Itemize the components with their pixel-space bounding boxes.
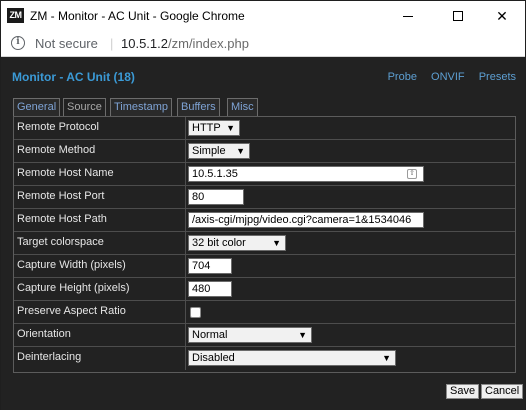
orientation-value: Normal [192, 329, 228, 341]
tab-timestamp[interactable]: Timestamp [110, 98, 172, 116]
remote-host-name-input[interactable]: 10.5.1.35 ⇧ [188, 166, 424, 182]
url-path: /zm/index.php [168, 36, 249, 51]
orientation-select[interactable]: Normal ▼ [188, 327, 312, 343]
target-colorspace-value: 32 bit color [192, 237, 246, 249]
capture-width-label: Capture Width (pixels) [17, 259, 126, 271]
remote-protocol-select[interactable]: HTTP ▼ [188, 120, 240, 136]
row-remote-method: Remote Method Simple ▼ [14, 140, 515, 163]
tab-misc[interactable]: Misc [227, 98, 258, 116]
url-host: 10.5.1.2 [121, 36, 168, 51]
deinterlacing-label: Deinterlacing [17, 351, 82, 363]
remote-protocol-label: Remote Protocol [17, 121, 99, 133]
maximize-icon [453, 11, 463, 21]
row-target-colorspace: Target colorspace 32 bit color ▼ [14, 232, 515, 255]
remote-method-value: Simple [192, 145, 226, 157]
row-preserve-aspect-ratio: Preserve Aspect Ratio [14, 301, 515, 324]
dropdown-arrow-icon: ▼ [226, 123, 235, 133]
info-icon[interactable]: i [11, 36, 25, 50]
row-remote-protocol: Remote Protocol HTTP ▼ [14, 117, 515, 140]
remote-host-port-label: Remote Host Port [17, 190, 105, 202]
remote-host-name-value: 10.5.1.35 [192, 168, 238, 180]
row-remote-host-name: Remote Host Name 10.5.1.35 ⇧ [14, 163, 515, 186]
tab-source[interactable]: Source [63, 98, 106, 117]
address-separator: | [110, 36, 114, 51]
maximize-button[interactable] [435, 1, 481, 31]
window-title: ZM - Monitor - AC Unit - Google Chrome [30, 9, 245, 23]
capture-width-input[interactable]: 704 [188, 258, 232, 274]
dropdown-arrow-icon: ▼ [382, 353, 391, 363]
row-capture-width: Capture Width (pixels) 704 [14, 255, 515, 278]
autofill-icon[interactable]: ⇧ [407, 169, 417, 179]
dropdown-arrow-icon: ▼ [236, 146, 245, 156]
source-form: Remote Protocol HTTP ▼ Remote Method Sim… [13, 116, 516, 373]
presets-link[interactable]: Presets [479, 71, 516, 83]
row-remote-host-path: Remote Host Path /axis-cgi/mjpg/video.cg… [14, 209, 515, 232]
remote-method-select[interactable]: Simple ▼ [188, 143, 250, 159]
cancel-button[interactable]: Cancel [481, 384, 524, 399]
close-button[interactable]: ✕ [479, 1, 525, 31]
dropdown-arrow-icon: ▼ [272, 238, 281, 248]
page-content: Monitor - AC Unit (18) Probe ONVIF Prese… [1, 58, 525, 410]
row-deinterlacing: Deinterlacing Disabled ▼ [14, 347, 515, 370]
preserve-aspect-ratio-label: Preserve Aspect Ratio [17, 305, 126, 317]
address-bar[interactable]: i Not secure | 10.5.1.2/zm/index.php [1, 31, 525, 57]
dropdown-arrow-icon: ▼ [298, 330, 307, 340]
page-title: Monitor - AC Unit (18) [12, 70, 135, 84]
capture-height-input[interactable]: 480 [188, 281, 232, 297]
target-colorspace-label: Target colorspace [17, 236, 104, 248]
remote-host-path-input[interactable]: /axis-cgi/mjpg/video.cgi?camera=1&153404… [188, 212, 424, 228]
top-links: Probe ONVIF Presets [377, 71, 516, 83]
row-capture-height: Capture Height (pixels) 480 [14, 278, 515, 301]
title-bar: ZM ZM - Monitor - AC Unit - Google Chrom… [1, 1, 525, 31]
probe-link[interactable]: Probe [388, 71, 417, 83]
remote-host-name-label: Remote Host Name [17, 167, 114, 179]
deinterlacing-select[interactable]: Disabled ▼ [188, 350, 396, 366]
browser-window: ZM ZM - Monitor - AC Unit - Google Chrom… [0, 0, 526, 410]
minimize-button[interactable] [385, 1, 431, 31]
onvif-link[interactable]: ONVIF [431, 71, 465, 83]
save-button[interactable]: Save [446, 384, 480, 399]
security-label[interactable]: Not secure [35, 36, 98, 51]
minimize-icon [403, 15, 413, 17]
orientation-label: Orientation [17, 328, 71, 340]
target-colorspace-select[interactable]: 32 bit color ▼ [188, 235, 286, 251]
row-orientation: Orientation Normal ▼ [14, 324, 515, 347]
remote-protocol-value: HTTP [192, 122, 221, 134]
deinterlacing-value: Disabled [192, 352, 235, 364]
url-text[interactable]: 10.5.1.2/zm/index.php [121, 36, 249, 51]
remote-method-label: Remote Method [17, 144, 96, 156]
tab-buffers[interactable]: Buffers [177, 98, 220, 116]
zm-app-icon: ZM [7, 8, 24, 23]
preserve-aspect-ratio-checkbox[interactable] [190, 307, 201, 318]
remote-host-path-label: Remote Host Path [17, 213, 107, 225]
capture-height-label: Capture Height (pixels) [17, 282, 130, 294]
row-remote-host-port: Remote Host Port 80 [14, 186, 515, 209]
tab-general[interactable]: General [13, 98, 61, 116]
close-icon: ✕ [496, 7, 508, 24]
remote-host-port-input[interactable]: 80 [188, 189, 244, 205]
